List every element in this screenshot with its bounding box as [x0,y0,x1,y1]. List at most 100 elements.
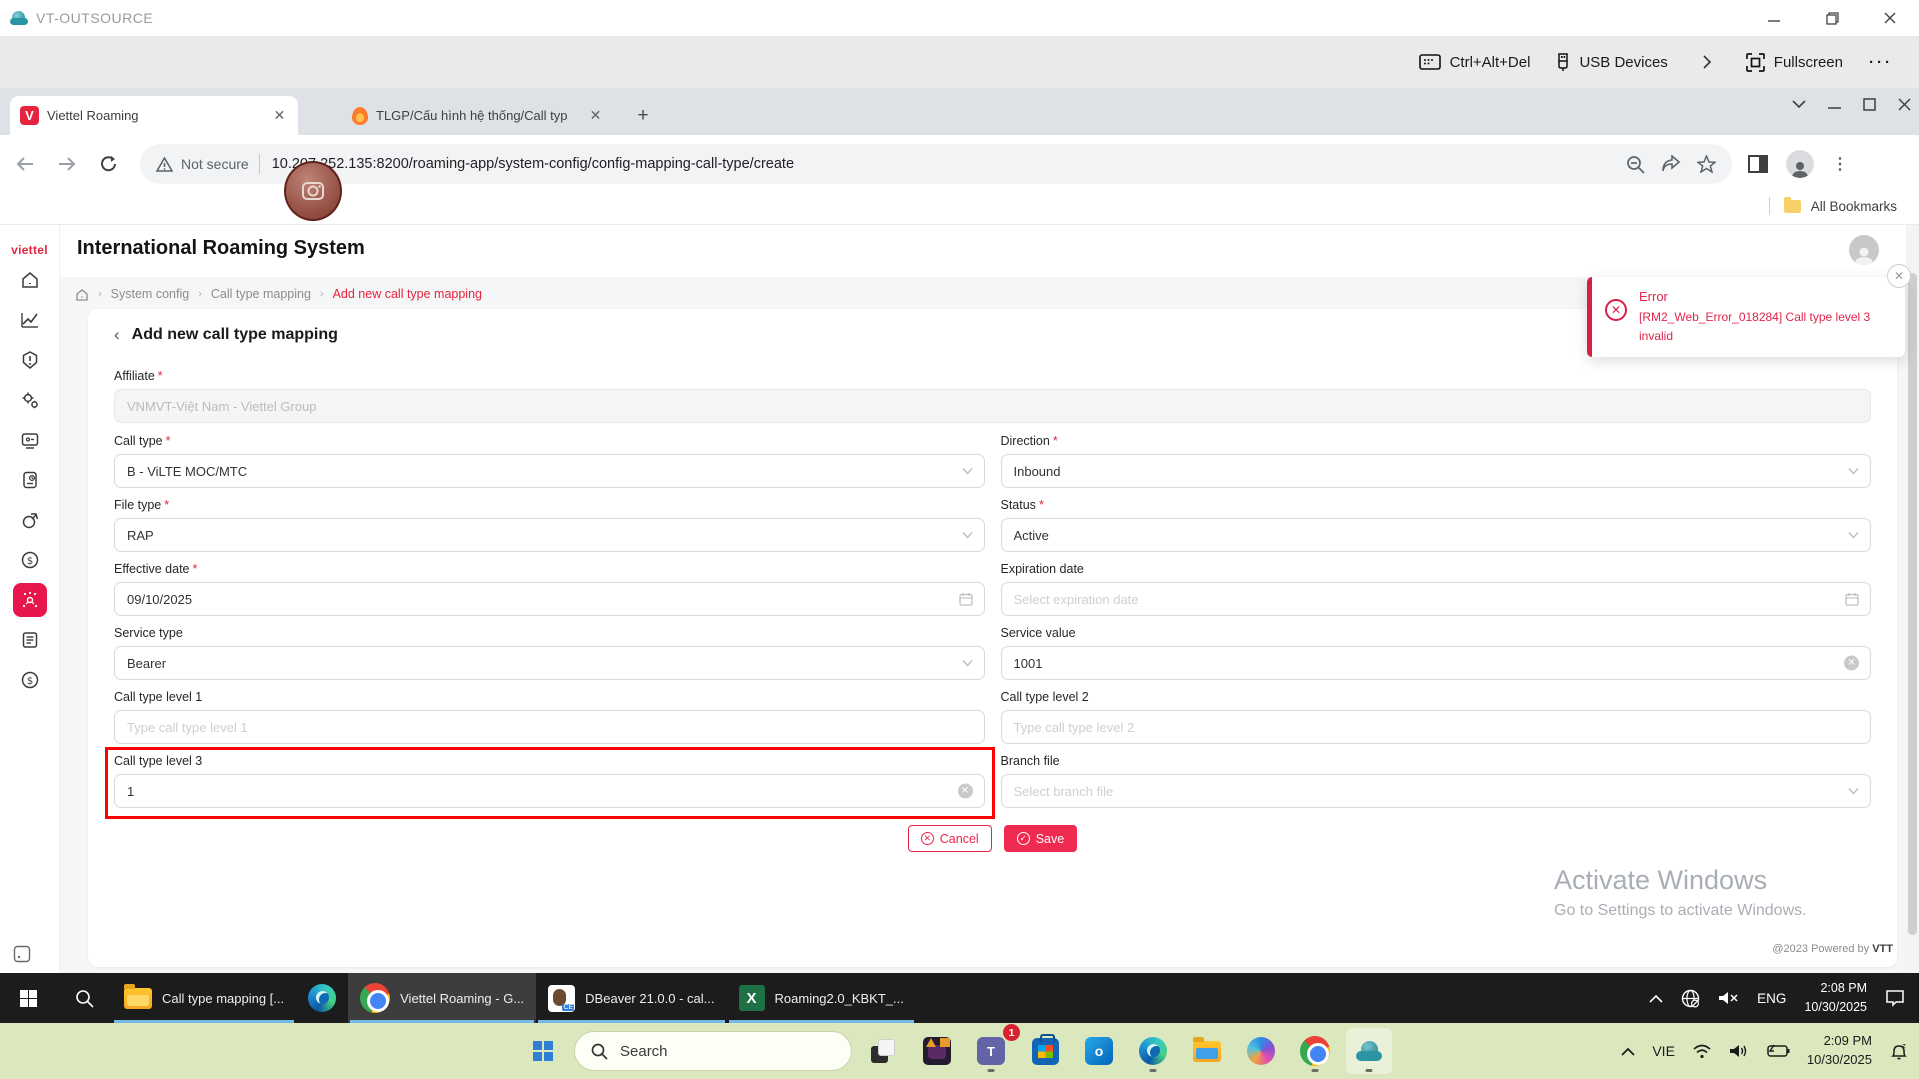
breadcrumb-call-type-mapping[interactable]: Call type mapping [211,287,311,301]
side-panel-icon[interactable] [1748,155,1768,173]
sidebar-file-transfer-icon[interactable] [13,503,47,537]
sidebar-home-icon[interactable] [13,263,47,297]
remote-action-center-icon[interactable] [1885,989,1905,1007]
branch-file-select[interactable]: Select branch file [1001,774,1872,808]
ctrl-alt-del-button[interactable]: Ctrl+Alt+Del [1419,54,1531,71]
taskbar-app-dbeaver[interactable]: DBeaver 21.0.0 - cal... [536,973,726,1023]
tab-search-chevron-icon[interactable] [1792,100,1806,109]
taskbar-app-edge[interactable] [296,973,348,1023]
expiration-date-input[interactable]: Select expiration date [1001,582,1872,616]
sidebar-call-type-mapping-active-icon[interactable] [13,583,47,617]
new-tab-button[interactable]: + [630,103,656,129]
taskbar-app-call-type-mapping[interactable]: Call type mapping [... [112,973,296,1023]
task-view-button[interactable] [860,1028,906,1074]
file-explorer-icon [1193,1041,1221,1062]
fullscreen-label: Fullscreen [1774,54,1843,71]
share-icon[interactable] [1661,155,1681,173]
sidebar-reports-chart-icon[interactable] [13,303,47,337]
wifi-icon[interactable] [1692,1044,1712,1059]
remote-minimize-button[interactable] [1745,0,1803,36]
browser-maximize-button[interactable] [1863,98,1876,111]
local-search-box[interactable]: Search [574,1031,852,1071]
local-tray-language[interactable]: VIE [1652,1043,1675,1059]
remote-close-button[interactable] [1861,0,1919,36]
tab-viettel-roaming[interactable]: V Viettel Roaming ✕ [10,96,298,135]
call-type-level-2-input[interactable]: Type call type level 2 [1001,710,1872,744]
all-bookmarks-button[interactable]: All Bookmarks [1769,197,1897,215]
tab-close-icon[interactable]: ✕ [271,107,288,124]
sidebar-settings-gears-icon[interactable] [13,383,47,417]
save-button[interactable]: ✓ Save [1004,825,1078,852]
toast-close-button[interactable]: ✕ [1887,264,1911,288]
local-tray-clock[interactable]: 2:09 PM 10/30/2025 [1807,1032,1872,1070]
clear-icon[interactable]: ✕ [958,784,973,799]
toolbar-more-button[interactable]: ··· [1869,54,1893,71]
forward-button[interactable] [50,147,84,181]
file-explorer-button[interactable] [1184,1028,1230,1074]
zoom-page-icon[interactable] [1626,155,1645,174]
sidebar-file-report-icon[interactable] [13,463,47,497]
sidebar-billing-dollar-icon[interactable]: $ [13,663,47,697]
breadcrumb-system-config[interactable]: System config [111,287,190,301]
effective-date-input[interactable]: 09/10/2025 [114,582,985,616]
battery-icon[interactable] [1766,1044,1790,1058]
sidebar-document-list-icon[interactable] [13,623,47,657]
sidebar-collapse-icon[interactable] [13,945,31,963]
cancel-button[interactable]: ✕ Cancel [908,825,992,852]
call-type-select[interactable]: B - ViLTE MOC/MTC [114,454,985,488]
reload-button[interactable] [92,147,126,181]
direction-select[interactable]: Inbound [1001,454,1872,488]
remote-search-button[interactable] [56,973,112,1023]
taskbar-app-excel-roaming[interactable]: X Roaming2.0_KBKT_... [727,973,916,1023]
tab-close-icon[interactable]: ✕ [587,107,604,124]
game-app-button[interactable] [914,1028,960,1074]
toolbar-chevron-right-icon[interactable] [1702,54,1712,70]
usb-devices-button[interactable]: USB Devices [1556,53,1667,71]
edge-button[interactable] [1130,1028,1176,1074]
service-type-select[interactable]: Bearer [114,646,985,680]
vt-outsource-button[interactable] [1346,1028,1392,1074]
file-type-select[interactable]: RAP [114,518,985,552]
local-tray-chevron-up-icon[interactable] [1621,1047,1635,1056]
microsoft-store-button[interactable] [1022,1028,1068,1074]
tab-tlgp[interactable]: TLGP/Cấu hình hệ thống/Call typ ✕ [344,96,612,135]
copilot-button[interactable] [1238,1028,1284,1074]
toast-title: Error [1639,289,1891,304]
chrome-button[interactable] [1292,1028,1338,1074]
back-button[interactable] [8,147,42,181]
remote-tray-clock[interactable]: 2:08 PM 10/30/2025 [1804,979,1867,1017]
browser-minimize-button[interactable] [1828,98,1841,111]
browser-menu-kebab-icon[interactable]: ⋮ [1832,154,1848,174]
browser-profile-avatar[interactable] [1786,150,1814,178]
browser-close-button[interactable] [1898,98,1911,111]
call-type-level-1-input[interactable]: Type call type level 1 [114,710,985,744]
service-value-input[interactable]: 1001 ✕ [1001,646,1872,680]
sidebar-alert-icon[interactable] [13,343,47,377]
call-type-level-3-input[interactable]: 1 ✕ [114,774,985,808]
back-chevron-icon[interactable]: ‹ [114,325,120,345]
address-bar[interactable]: Not secure 10.207.252.135:8200/roaming-a… [140,144,1732,184]
remote-start-button[interactable] [0,973,56,1023]
remote-tray-chevron-up-icon[interactable] [1649,994,1663,1003]
speaker-icon[interactable] [1729,1043,1749,1059]
teams-button[interactable]: T1 [968,1028,1014,1074]
breadcrumb-home-icon[interactable] [75,288,89,301]
status-select[interactable]: Active [1001,518,1872,552]
field-label: Effective date [114,562,190,576]
remote-tray-mute-icon[interactable] [1718,990,1739,1006]
taskbar-app-viettel-roaming-chrome[interactable]: Viettel Roaming - G... [348,973,536,1023]
sidebar-monitor-chat-icon[interactable] [13,423,47,457]
remote-tray-language[interactable]: ENG [1757,991,1786,1006]
fullscreen-button[interactable]: Fullscreen [1746,53,1843,72]
remote-restore-button[interactable] [1803,0,1861,36]
notification-bell-dnd-icon[interactable]: z [1889,1042,1909,1061]
user-avatar[interactable] [1849,235,1879,265]
scrollbar-thumb[interactable] [1908,273,1917,935]
bookmark-star-icon[interactable] [1697,155,1716,173]
local-start-button[interactable] [520,1028,566,1074]
remote-tray-network-globe-icon[interactable] [1681,989,1700,1008]
page-scrollbar[interactable] [1906,225,1919,973]
sidebar-dollar-icon[interactable]: $ [13,543,47,577]
outlook-button[interactable]: o [1076,1028,1122,1074]
clear-icon[interactable]: ✕ [1844,656,1859,671]
